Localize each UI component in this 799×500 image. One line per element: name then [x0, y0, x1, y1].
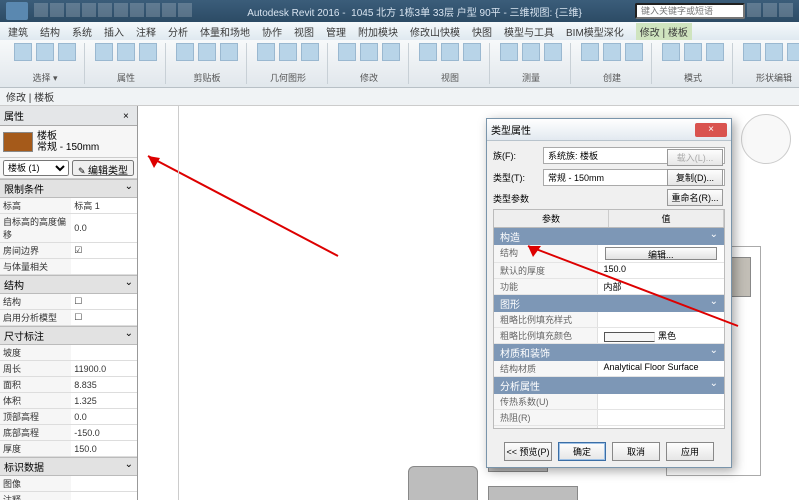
property-row[interactable]: 厚度150.0	[0, 441, 137, 457]
param-row[interactable]: 热质量	[494, 426, 724, 429]
dialog-titlebar[interactable]: 类型属性 ×	[487, 119, 731, 141]
type-params-grid[interactable]: 参数值 构造⌄结构编辑...默认的厚度150.0功能内部图形⌄粗略比例填充样式粗…	[493, 209, 725, 429]
properties-palette[interactable]: 属性 × 楼板常规 - 150mm 楼板 (1) ✎ 编辑类型 限制条件⌄标高标…	[0, 106, 138, 500]
ribbon-tab[interactable]: 系统	[72, 24, 92, 39]
property-category[interactable]: 结构⌄	[0, 275, 137, 294]
drawing-canvas[interactable]: 类型属性 × 族(F): 系统族: 楼板 类型(T): 常规 - 150mm 载…	[138, 106, 799, 500]
property-category[interactable]: 尺寸标注⌄	[0, 326, 137, 345]
param-category[interactable]: 构造⌄	[494, 228, 724, 245]
property-row[interactable]: 自标高的高度偏移0.0	[0, 214, 137, 243]
type-label: 类型(T):	[493, 171, 537, 184]
property-row[interactable]: 注释	[0, 492, 137, 500]
type-select[interactable]: 常规 - 150mm	[543, 169, 725, 186]
family-label: 族(F):	[493, 149, 537, 162]
app-logo	[6, 2, 28, 20]
ribbon-tab[interactable]: 视图	[294, 24, 314, 39]
ribbon-group[interactable]: 模式	[654, 43, 733, 84]
type-properties-dialog[interactable]: 类型属性 × 族(F): 系统族: 楼板 类型(T): 常规 - 150mm 载…	[486, 118, 732, 468]
property-row[interactable]: 顶部高程0.0	[0, 409, 137, 425]
dialog-close-button[interactable]: ×	[695, 123, 727, 137]
edit-structure-button[interactable]: 编辑...	[605, 247, 718, 260]
type-selector[interactable]: 楼板常规 - 150mm	[0, 126, 137, 158]
property-row[interactable]: 体积1.325	[0, 393, 137, 409]
window-controls[interactable]	[745, 3, 793, 20]
cancel-button[interactable]: 取消	[612, 442, 660, 461]
param-category[interactable]: 材质和装饰⌄	[494, 344, 724, 361]
ribbon-group[interactable]: 视图	[411, 43, 490, 84]
ribbon-tabs[interactable]: 建筑结构系统插入注释分析体量和场地协作视图管理附加模块修改山快模快图模型与工具 B…	[0, 22, 799, 40]
property-row[interactable]: 与体量相关	[0, 259, 137, 275]
ribbon-tab[interactable]: 修改山快模	[410, 24, 460, 39]
property-row[interactable]: 面积8.835	[0, 377, 137, 393]
duplicate-button[interactable]: 复制(D)...	[667, 169, 723, 186]
property-row[interactable]: 启用分析模型☐	[0, 310, 137, 326]
edit-type-button[interactable]: ✎ 编辑类型	[72, 160, 134, 176]
param-row[interactable]: 结构编辑...	[494, 245, 724, 263]
ribbon-tab[interactable]: 快图	[472, 24, 492, 39]
instance-combo[interactable]: 楼板 (1)	[3, 160, 69, 176]
ribbon-panel[interactable]: 选择 ▾属性剪贴板几何图形修改视图测量创建模式形状编辑	[0, 40, 799, 88]
floorplan-kitchen	[666, 246, 761, 476]
rename-button[interactable]: 重命名(R)...	[667, 189, 723, 206]
ribbon-tab[interactable]: 注释	[136, 24, 156, 39]
ribbon-tab[interactable]: 附加模块	[358, 24, 398, 39]
property-row[interactable]: 标高标高 1	[0, 198, 137, 214]
property-category[interactable]: 限制条件⌄	[0, 179, 137, 198]
window-title: Autodesk Revit 2016 - 1045 北方 1栋3单 33层 户…	[194, 4, 635, 19]
ribbon-group[interactable]: 测量	[492, 43, 571, 84]
property-row[interactable]: 结构☐	[0, 294, 137, 310]
quick-access-toolbar[interactable]	[34, 3, 194, 20]
param-row[interactable]: 热阻(R)	[494, 410, 724, 426]
type-swatch	[3, 132, 33, 152]
ribbon-group[interactable]: 形状编辑	[735, 43, 799, 84]
apply-button[interactable]: 应用	[666, 442, 714, 461]
param-row[interactable]: 默认的厚度150.0	[494, 263, 724, 279]
ribbon-tab[interactable]: 结构	[40, 24, 60, 39]
ribbon-tab[interactable]: BIM模型深化	[566, 24, 624, 39]
ribbon-tab[interactable]: 建筑	[8, 24, 28, 39]
param-row[interactable]: 功能内部	[494, 279, 724, 295]
property-row[interactable]: 房间边界☑	[0, 243, 137, 259]
property-row[interactable]: 图像	[0, 476, 137, 492]
property-category[interactable]: 标识数据⌄	[0, 457, 137, 476]
property-row[interactable]: 坡度	[0, 345, 137, 361]
ribbon-tab[interactable]: 协作	[262, 24, 282, 39]
param-category[interactable]: 分析属性⌄	[494, 377, 724, 394]
ok-button[interactable]: 确定	[558, 442, 606, 461]
ribbon-tab[interactable]: 模型与工具	[504, 24, 554, 39]
property-row[interactable]: 底部高程-150.0	[0, 425, 137, 441]
ribbon-group[interactable]: 修改	[330, 43, 409, 84]
annotation-arrow	[508, 206, 768, 346]
ribbon-tab[interactable]: 修改 | 楼板	[636, 23, 692, 40]
ribbon-group[interactable]: 属性	[87, 43, 166, 84]
ribbon-group[interactable]: 创建	[573, 43, 652, 84]
annotation-arrow	[138, 106, 418, 296]
ribbon-group[interactable]: 几何图形	[249, 43, 328, 84]
param-row[interactable]: 粗略比例填充颜色黑色	[494, 328, 724, 344]
ribbon-tab[interactable]: 体量和场地	[200, 24, 250, 39]
property-row[interactable]: 周长11900.0	[0, 361, 137, 377]
ribbon-tab[interactable]: 分析	[168, 24, 188, 39]
navigation-wheel[interactable]	[741, 114, 791, 164]
param-row[interactable]: 粗略比例填充样式	[494, 312, 724, 328]
type-params-label: 类型参数	[493, 192, 725, 205]
param-category[interactable]: 图形⌄	[494, 295, 724, 312]
context-subbar: 修改 | 楼板	[0, 88, 799, 106]
load-button: 载入(L)...	[667, 149, 723, 166]
param-row[interactable]: 传热系数(U)	[494, 394, 724, 410]
preview-button[interactable]: << 预览(P)	[504, 442, 552, 461]
family-select[interactable]: 系统族: 楼板	[543, 147, 725, 164]
ribbon-group[interactable]: 选择 ▾	[6, 43, 85, 84]
ribbon-tab[interactable]: 插入	[104, 24, 124, 39]
help-search-input[interactable]	[635, 3, 745, 19]
param-row[interactable]: 结构材质Analytical Floor Surface	[494, 361, 724, 377]
close-icon[interactable]: ×	[123, 111, 133, 121]
window-titlebar: Autodesk Revit 2016 - 1045 北方 1栋3单 33层 户…	[0, 0, 799, 22]
properties-header: 属性 ×	[0, 106, 137, 126]
ribbon-group[interactable]: 剪贴板	[168, 43, 247, 84]
ribbon-tab[interactable]: 管理	[326, 24, 346, 39]
